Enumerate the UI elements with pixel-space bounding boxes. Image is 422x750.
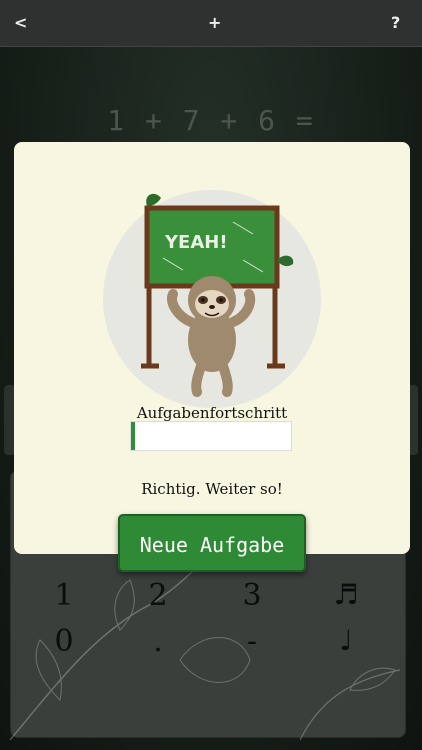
key-0[interactable]: 0 (34, 624, 94, 659)
progress-bar (130, 421, 292, 451)
status-message: Richtig. Weiter so! (141, 480, 283, 498)
key-minus[interactable]: - (222, 624, 282, 659)
equation: 1 + 7 + 6 = (107, 104, 315, 137)
success-dialog: YEAH! Aufgabenfortschritt Richtig. Weite… (14, 142, 410, 554)
key-music-notes[interactable]: ♬ (316, 578, 376, 611)
key-3[interactable]: 3 (222, 578, 282, 613)
sloth-blackboard-image: YEAH! (141, 193, 294, 397)
top-bar: < + ? (0, 0, 422, 47)
sloth-illustration: YEAH! (103, 190, 321, 408)
key-2[interactable]: 2 (128, 578, 188, 613)
add-icon[interactable]: + (208, 13, 221, 32)
key-decimal[interactable]: . (128, 624, 188, 659)
new-task-button[interactable]: Neue Aufgabe (118, 514, 306, 572)
key-music-note[interactable]: ♩ (316, 624, 376, 657)
help-icon[interactable]: ? (391, 13, 400, 32)
key-1[interactable]: 1 (34, 578, 94, 613)
back-icon[interactable]: < (14, 13, 27, 32)
progress-bar-fill (131, 422, 135, 450)
progress-label: Aufgabenfortschritt (136, 404, 288, 422)
svg-text:YEAH!: YEAH! (164, 232, 228, 253)
